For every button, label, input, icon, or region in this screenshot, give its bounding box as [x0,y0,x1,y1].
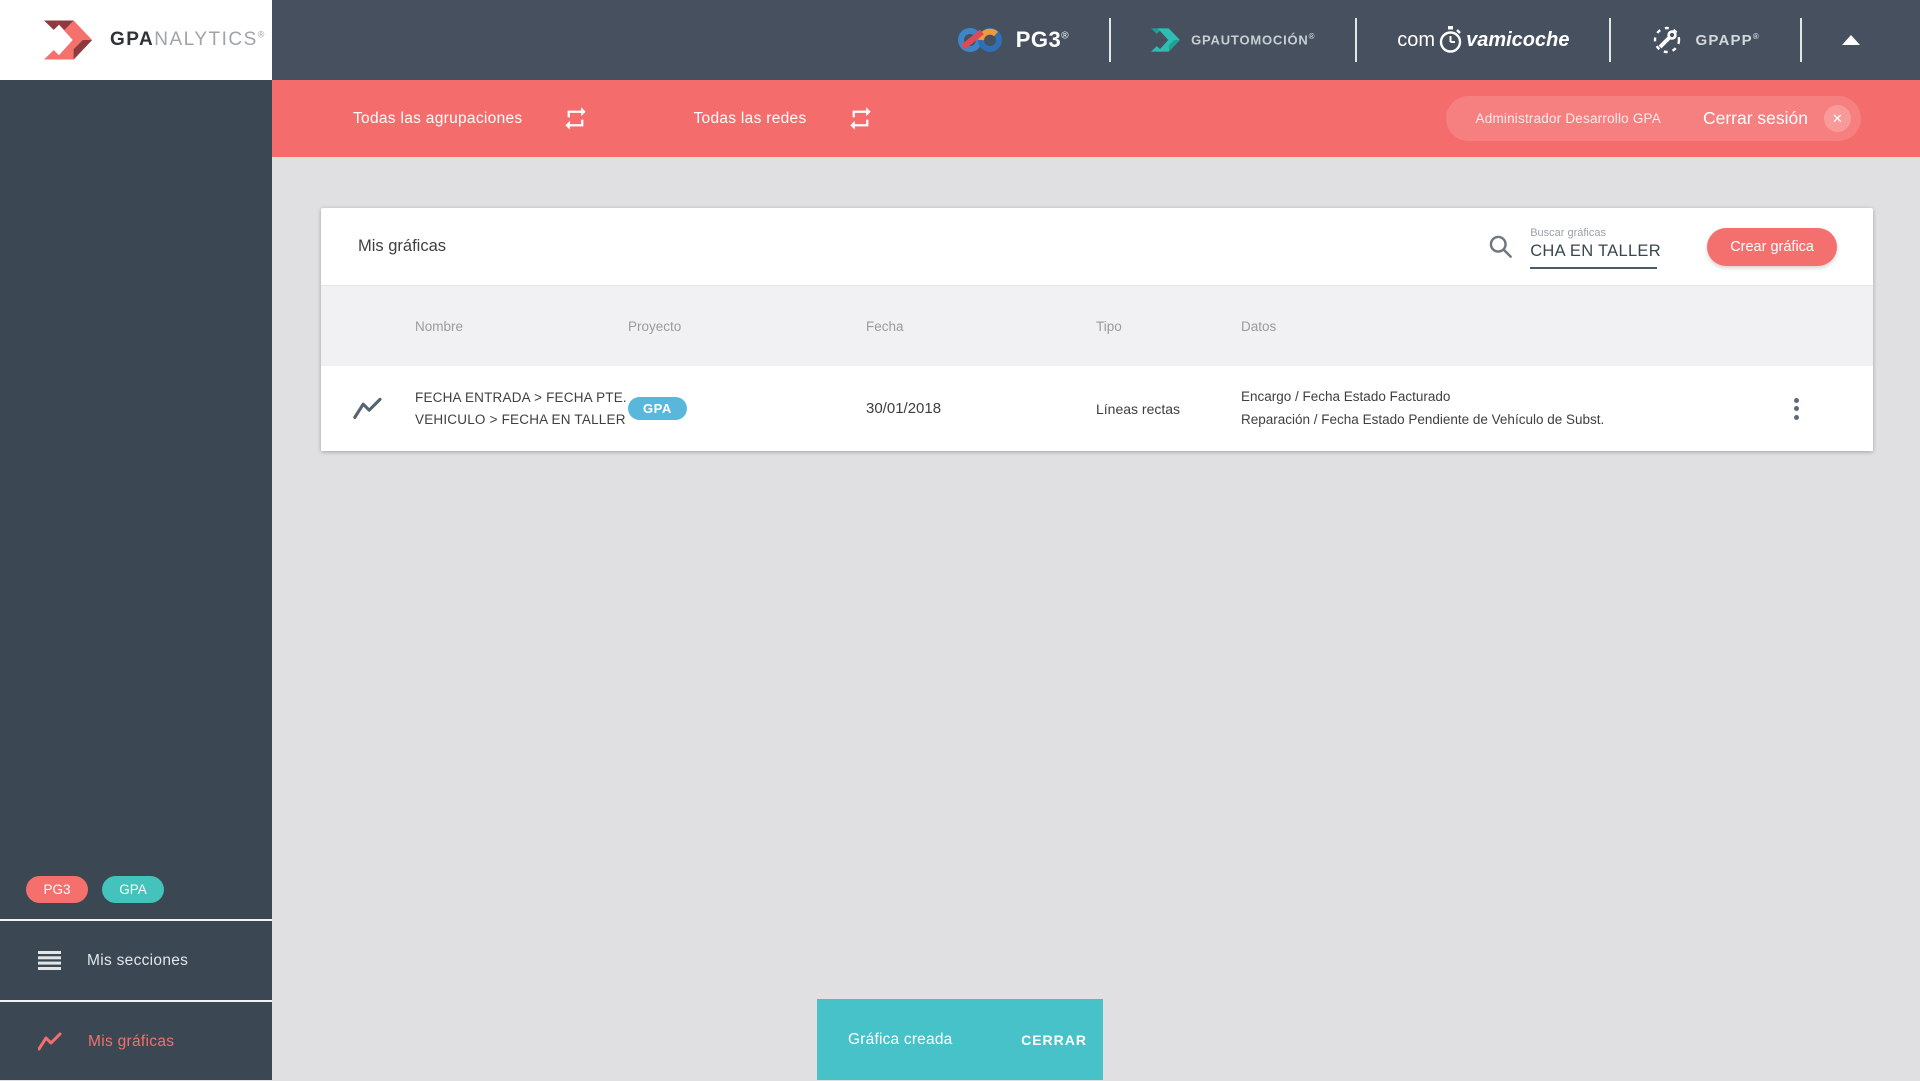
snackbar-close-button[interactable]: CERRAR [1021,1032,1087,1048]
groupings-filter-label[interactable]: Todas las agrupaciones [353,110,522,128]
column-datos: Datos [1241,318,1277,334]
collapse-up-icon[interactable] [1842,35,1860,45]
main-content: Mis gráficas Buscar gráficas CHA EN TALL… [272,157,1920,1080]
line-chart-icon [38,1032,62,1050]
app-pg3[interactable]: PG3® [956,25,1069,55]
logout-close-icon[interactable]: ✕ [1824,105,1851,132]
brand-reg: ® [257,29,266,40]
app-gpapp[interactable]: GPAPP® [1651,24,1760,56]
brand-wordmark: GPANALYTICS® [110,29,266,51]
gpa-chevron-icon [44,20,93,60]
topbar-divider [1800,18,1802,62]
column-nombre: Nombre [415,318,464,334]
app-pg3-label: PG3® [1015,27,1070,52]
user-name-field[interactable]: Administrador Desarrollo GPA [1476,111,1661,126]
page-title: Mis gráficas [358,237,447,255]
repeat-icon [565,107,587,130]
row-more-menu-button[interactable] [1781,392,1811,426]
search-icon [1489,235,1513,258]
groupings-swap-button[interactable] [562,105,589,132]
column-fecha: Fecha [866,318,904,334]
snackbar: Gráfica creada CERRAR [817,999,1103,1080]
repeat-icon [849,107,871,130]
charts-card: Mis gráficas Buscar gráficas CHA EN TALL… [321,208,1873,451]
app-comvamicoche[interactable]: com vamicoche [1397,26,1569,54]
row-name-line1: FECHA ENTRADA > FECHA PTE. [415,389,627,405]
kebab-dot [1793,414,1799,420]
table-header: Nombre Proyecto Fecha Tipo Datos [321,286,1873,366]
stopwatch-icon [1439,26,1462,53]
row-project-cell: GPA [628,397,866,420]
project-badge: GPA [628,397,687,420]
row-data-line2: Reparación / Fecha Estado Pendiente de V… [1241,411,1605,427]
pg3-infinity-icon [957,28,1002,52]
row-name: FECHA ENTRADA > FECHA PTE. VEHICULO > FE… [415,387,628,430]
gpautomocion-arrow-icon [1151,28,1181,52]
sidebar-item-mis-graficas[interactable]: Mis gráficas [0,1002,272,1081]
search-input-value: CHA EN TALLER [1530,242,1661,260]
search-input[interactable]: CHA EN TALLER [1530,242,1661,269]
gauge-wrench-icon [1654,26,1681,54]
comvamicoche-name: vamicoche [1466,28,1570,51]
create-chart-button[interactable]: Crear gráfica [1707,227,1837,266]
logout-button[interactable]: Cerrar sesión [1703,108,1808,129]
search-field-label: Buscar gráficas [1530,226,1606,239]
row-date: 30/01/2018 [866,400,942,417]
networks-filter-label[interactable]: Todas las redes [693,110,806,128]
line-chart-icon [353,397,382,419]
comvamicoche-com: com [1397,28,1436,51]
app-gpautomocion-label: GPAUTOMOCIÓN® [1191,32,1316,48]
app-logo: GPANALYTICS® [0,0,272,80]
filter-bar: Todas las agrupaciones Todas las redes A… [272,80,1920,157]
row-data-line1: Encargo / Fecha Estado Facturado [1241,389,1451,405]
topbar-divider [1109,18,1112,62]
column-proyecto: Proyecto [628,318,682,334]
hamburger-menu-icon [38,951,61,970]
topbar-divider [1355,18,1358,62]
row-data: Encargo / Fecha Estado Facturado Reparac… [1241,386,1753,431]
sidebar-item-mis-secciones[interactable]: Mis secciones [0,921,272,1000]
search-field: Buscar gráficas CHA EN TALLER [1530,226,1661,269]
sidebar-badges: PG3 GPA [26,876,164,903]
row-type: Líneas rectas [1096,400,1181,417]
column-tipo: Tipo [1096,318,1122,334]
sidebar-item-label: Mis gráficas [88,1032,175,1050]
app-gpautomocion[interactable]: GPAUTOMOCIÓN® [1151,27,1315,53]
networks-swap-button[interactable] [847,105,874,132]
user-session-pill: Administrador Desarrollo GPA Cerrar sesi… [1445,96,1861,141]
row-chart-cell [321,397,415,421]
kebab-dot [1793,397,1799,403]
brand-light: NALYTICS [154,29,258,50]
app-gpapp-label: GPAPP® [1695,31,1760,49]
card-header-actions: Buscar gráficas CHA EN TALLER Crear gráf… [1487,225,1837,269]
sidebar: GPANALYTICS® PG3 GPA Mis secciones Mis g… [0,0,272,1080]
table-row[interactable]: FECHA ENTRADA > FECHA PTE. VEHICULO > FE… [321,366,1873,451]
badge-pg3[interactable]: PG3 [26,876,88,903]
top-app-bar: PG3® GPAUTOMOCIÓN® com vamicoche GPAPP® [272,0,1920,80]
kebab-dot [1793,406,1799,411]
row-name-line2: VEHICULO > FECHA EN TALLER [415,411,626,427]
app-switcher: PG3® GPAUTOMOCIÓN® com vamicoche GPAPP® [916,18,1920,62]
sidebar-item-label: Mis secciones [87,951,189,969]
badge-gpa[interactable]: GPA [102,876,164,903]
card-header: Mis gráficas Buscar gráficas CHA EN TALL… [321,208,1873,286]
topbar-divider [1609,18,1612,62]
snackbar-message: Gráfica creada [848,1030,953,1048]
brand-bold: GPA [110,29,155,50]
